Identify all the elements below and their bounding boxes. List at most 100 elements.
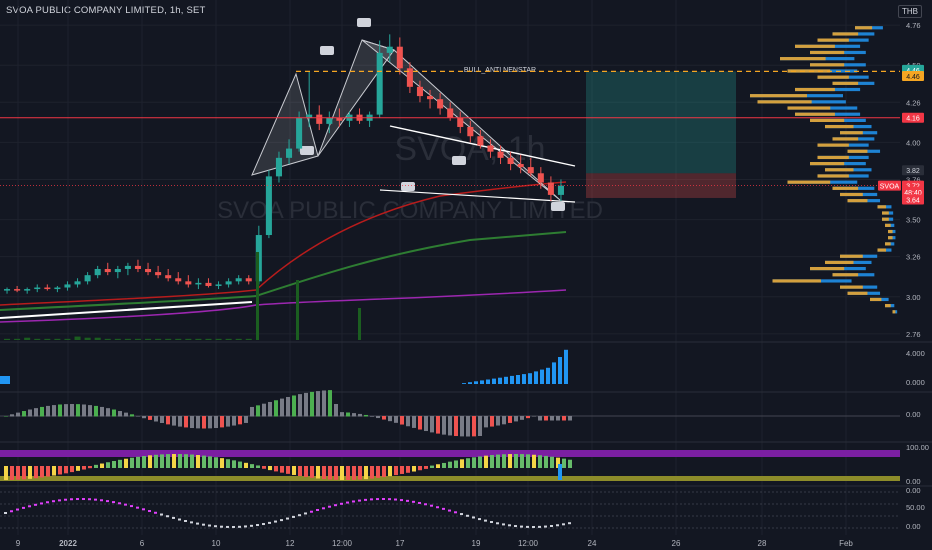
rsi-bar: [52, 466, 56, 476]
rsi-bar: [352, 466, 356, 480]
rsi-bar: [394, 466, 398, 476]
candle-body: [557, 185, 564, 195]
oscillator-bar: [76, 404, 80, 417]
oscillator-bar: [490, 416, 494, 427]
oscillator-bar: [286, 396, 290, 417]
rsi-bar: [226, 459, 230, 468]
stoch-dot: [70, 498, 73, 501]
profile-bar: [772, 279, 821, 283]
ma-green: [0, 231, 567, 311]
oscillator-bar: [268, 401, 272, 417]
rsi-bar: [70, 466, 74, 473]
volume-bar: [558, 357, 562, 384]
profile-bar: [817, 38, 849, 42]
rsi-bar: [64, 466, 68, 474]
profile-bar: [795, 44, 835, 48]
profile-bar: [757, 100, 812, 104]
rsi-bar: [550, 456, 554, 468]
rsi-bar: [496, 454, 500, 468]
rsi-bar: [10, 466, 14, 480]
oscillator-bar: [4, 416, 8, 417]
profile-bar: [855, 26, 873, 30]
stoch-dot: [196, 522, 199, 525]
stoch-dot: [442, 507, 445, 510]
stoch-dot: [460, 513, 463, 516]
profile-bar: [825, 124, 854, 129]
profile-bar: [825, 260, 854, 265]
volume-bar: [165, 338, 172, 340]
oscillator-bar: [478, 416, 482, 436]
rsi-bar: [286, 466, 290, 474]
price-chart[interactable]: SVOA, 1hSVOA PUBLIC COMPANY LIMITED BULL…: [0, 0, 932, 550]
indicator-scale-label: 0.00: [906, 522, 921, 531]
volume-bar: [0, 376, 10, 384]
candle-body: [94, 268, 101, 276]
rsi-bar: [34, 466, 38, 479]
oscillator-bar: [220, 416, 224, 428]
rsi-bar: [418, 466, 422, 471]
rsi-bar: [202, 455, 206, 468]
stoch-dot: [94, 498, 97, 501]
oscillator-bar: [154, 416, 158, 422]
profile-bar: [810, 266, 845, 271]
oscillator-bar: [454, 416, 458, 437]
pattern-label: BULL_ANTI NENSTAR: [464, 67, 536, 74]
stoch-dot: [364, 498, 367, 501]
oscillator-bar: [28, 409, 32, 417]
volume-bar: [528, 373, 532, 384]
rsi-bar: [94, 464, 98, 468]
volume-bar: [225, 338, 232, 340]
volume-spike: [358, 308, 361, 340]
rsi-bar: [112, 461, 116, 468]
oscillator-bar: [406, 416, 410, 427]
oscillator-bar: [160, 416, 164, 424]
oscillator-bar: [520, 416, 524, 420]
stoch-dot: [208, 524, 211, 527]
oscillator-bar: [316, 391, 320, 417]
oscillator-bar: [568, 416, 572, 421]
time-tick-label: 12:00: [332, 539, 353, 548]
rsi-bar: [526, 454, 530, 468]
rsi-bar: [370, 466, 374, 479]
stoch-dot: [310, 510, 313, 513]
stoch-dot: [418, 501, 421, 504]
oscillator-bar: [382, 416, 386, 420]
candle-body: [547, 182, 554, 195]
stoch-dot: [454, 511, 457, 514]
rsi-lower-band: [0, 476, 900, 481]
oscillator-bar: [40, 406, 44, 417]
stoch-dot: [502, 523, 505, 526]
oscillator-bar: [208, 416, 212, 429]
stoch-dot: [568, 522, 571, 525]
rsi-bar: [472, 457, 476, 468]
candle-body: [4, 289, 11, 291]
oscillator-bar: [64, 404, 68, 417]
stoch-dot: [250, 524, 253, 527]
rsi-bar: [340, 466, 344, 480]
profile-bar: [888, 236, 893, 240]
volume-bar: [245, 338, 252, 340]
candle-body: [245, 278, 252, 282]
rsi-bar: [490, 455, 494, 468]
candle-body: [185, 281, 192, 285]
oscillator-bar: [232, 416, 236, 426]
oscillator-bar: [400, 416, 404, 425]
profile-bar: [795, 87, 835, 92]
oscillator-bar: [346, 412, 350, 417]
volume-bar: [54, 338, 61, 340]
stoch-dot: [40, 502, 43, 505]
stoch-dot: [328, 505, 331, 508]
rsi-bar: [508, 454, 512, 468]
pattern-point-label: [401, 182, 415, 191]
oscillator-bar: [340, 412, 344, 417]
stoch-dot: [268, 521, 271, 524]
stoch-dot: [352, 500, 355, 503]
candle-body: [275, 157, 282, 177]
rsi-bar: [268, 466, 272, 471]
volume-bar: [564, 349, 568, 384]
volume-bar: [14, 338, 21, 340]
oscillator-bar: [178, 416, 182, 427]
rsi-bar: [256, 465, 260, 468]
rsi-bar: [196, 455, 200, 468]
oscillator-bar: [550, 416, 554, 421]
